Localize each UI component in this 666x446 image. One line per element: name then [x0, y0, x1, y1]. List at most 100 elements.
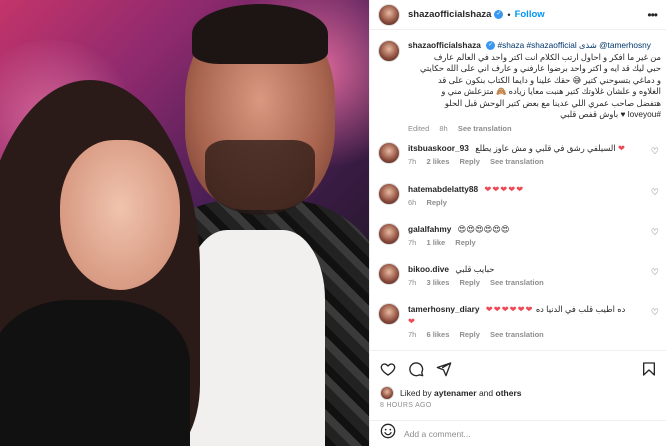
post-photo[interactable] — [0, 0, 369, 446]
separator-dot: • — [507, 9, 511, 20]
post-header: shazaofficialshaza ✓ • Follow ••• — [370, 0, 666, 30]
comment-meta: 7h 6 likes Reply See translation — [408, 330, 661, 339]
caption-line: من غير ما افكر و احاول ارتب الكلام انت ا… — [433, 51, 661, 62]
avatar[interactable] — [378, 223, 400, 245]
heart-icon[interactable]: ♡ — [651, 267, 659, 278]
man-shirt — [185, 230, 325, 446]
man-hair — [192, 4, 328, 64]
add-comment-bar — [370, 420, 666, 446]
comment-likes[interactable]: 3 likes — [426, 278, 449, 287]
woman-face — [60, 140, 180, 290]
post-time-ago: 8 HOURS AGO — [380, 402, 432, 409]
caption-line: الغلاوه و علشان غلاوتك كتير هنبت معايا ز… — [441, 86, 661, 96]
avatar[interactable] — [378, 40, 400, 62]
comment-time: 7h — [408, 278, 417, 287]
caption-body: shazaofficialshaza ✓ #shaza #shazaoffici… — [408, 40, 661, 121]
verified-badge-icon: ✓ — [494, 10, 504, 19]
caption-line: #loveyou ♥ باوش قفص قلبي — [560, 109, 661, 119]
heart-icon[interactable]: ♡ — [651, 307, 659, 318]
see-translation-link[interactable]: See translation — [490, 278, 544, 287]
comment-meta: 7h 2 likes Reply See translation — [408, 157, 661, 166]
comment-text: حبايب قلبي — [455, 264, 495, 274]
see-translation-link[interactable]: See translation — [458, 124, 512, 133]
caption-time: 8h — [439, 123, 448, 133]
comment-icon[interactable] — [408, 361, 424, 377]
heart-icon[interactable]: ♡ — [651, 187, 659, 198]
comment-body: bikoo.dive حبايب قلبي — [408, 263, 661, 275]
comment-username[interactable]: tamerhosny_diary — [408, 304, 479, 314]
see-translation-link[interactable]: See translation — [490, 330, 544, 339]
comment-time: 7h — [408, 238, 417, 247]
comment-likes[interactable]: 2 likes — [426, 157, 449, 166]
comment-body: tamerhosny_diary ❤❤❤❤❤❤ ده اطيب قلب في ا… — [408, 303, 661, 327]
comment-time: 6h — [408, 198, 417, 207]
reply-button[interactable]: Reply — [426, 198, 446, 207]
liked-by: Liked by aytenamer and others — [380, 386, 522, 400]
comment-emoji: 😍😍😍😍😍😍 — [457, 224, 510, 234]
comment-likes[interactable]: 1 like — [426, 238, 445, 247]
caption-tags[interactable]: #shaza #shazaofficial شذى @tamerhosny — [497, 40, 650, 50]
see-translation-link[interactable]: See translation — [490, 157, 544, 166]
comment-likes[interactable]: 6 likes — [426, 330, 449, 339]
avatar[interactable] — [378, 3, 400, 26]
caption-line: هتفضل صاحب عمري اللي عدينا مع بعض كتير ا… — [444, 97, 661, 108]
comment-time: 7h — [408, 330, 417, 339]
avatar[interactable] — [378, 263, 400, 285]
verified-badge-icon: ✓ — [486, 41, 496, 51]
caption-meta: Edited 8h See translation — [408, 124, 661, 133]
comment-emoji: ❤ — [408, 316, 415, 326]
reply-button[interactable]: Reply — [459, 157, 479, 166]
caption-line: حبي ليك قد ايه و اكتر واحد برضوا عارفني … — [420, 63, 661, 73]
heart-icon[interactable]: ♡ — [651, 146, 659, 157]
comment-text: السيلفي رشق في قلبي و مش عاوز يطلع — [475, 143, 616, 153]
avatar[interactable] — [380, 386, 394, 400]
comment-username[interactable]: hatemabdelatty88 — [408, 184, 478, 194]
heart-icon[interactable] — [380, 361, 396, 377]
comment-item: hatemabdelatty88 ❤❤❤❤❤ 6h Reply ♡ — [378, 183, 661, 207]
comment-item: bikoo.dive حبايب قلبي 7h 3 likes Reply S… — [378, 263, 661, 287]
avatar[interactable] — [378, 303, 400, 325]
reply-button[interactable]: Reply — [459, 278, 479, 287]
caption-line: و دماغي بتسوحني كتير 😅 حقك علينا و دايما… — [438, 74, 661, 85]
comment-body: hatemabdelatty88 ❤❤❤❤❤ — [408, 183, 661, 195]
more-horizontal-icon[interactable]: ••• — [647, 8, 658, 22]
avatar[interactable] — [378, 183, 400, 205]
comment-input[interactable] — [404, 428, 634, 439]
comment-emoji: ❤❤❤❤❤ — [484, 184, 525, 194]
liked-by-suffix: and — [478, 388, 494, 398]
comment-item: galalfahmy 😍😍😍😍😍😍 7h 1 like Reply ♡ — [378, 223, 661, 247]
comment-username[interactable]: bikoo.dive — [408, 264, 449, 274]
liked-by-others[interactable]: others — [496, 388, 522, 398]
reply-button[interactable]: Reply — [459, 330, 479, 339]
comment-meta: 6h Reply — [408, 198, 661, 207]
liked-by-prefix: Liked by — [400, 388, 432, 398]
post-side-panel: shazaofficialshaza ✓ • Follow ••• shazao… — [369, 0, 666, 446]
comment-username[interactable]: itsbuaskoor_93 — [408, 143, 469, 153]
comment-emoji: ❤❤❤❤❤❤ — [485, 304, 534, 314]
avatar[interactable] — [378, 142, 400, 164]
comment-meta: 7h 1 like Reply — [408, 238, 661, 247]
man-beard — [205, 140, 315, 215]
edited-label: Edited — [408, 123, 430, 133]
reply-button[interactable]: Reply — [455, 238, 475, 247]
comment-meta: 7h 3 likes Reply See translation — [408, 278, 661, 287]
comment-text: ده اطيب قلب في الدنيا ده — [535, 304, 626, 314]
woman-body — [0, 300, 190, 446]
follow-button[interactable]: Follow — [515, 9, 545, 20]
comment-body: itsbuaskoor_93 السيلفي رشق في قلبي و مش … — [408, 142, 661, 154]
comment-username[interactable]: galalfahmy — [408, 224, 451, 234]
caption: shazaofficialshaza ✓ #shaza #shazaoffici… — [378, 40, 661, 133]
comment-body: galalfahmy 😍😍😍😍😍😍 — [408, 223, 661, 235]
comments-list[interactable]: shazaofficialshaza ✓ #shaza #shazaoffici… — [370, 30, 666, 350]
comment-emoji: ❤ — [617, 143, 625, 153]
liked-by-user[interactable]: aytenamer — [434, 388, 477, 398]
header-username[interactable]: shazaofficialshaza — [408, 9, 491, 20]
heart-icon[interactable]: ♡ — [651, 227, 659, 238]
caption-username[interactable]: shazaofficialshaza — [408, 40, 481, 50]
comment-item: tamerhosny_diary ❤❤❤❤❤❤ ده اطيب قلب في ا… — [378, 303, 661, 339]
bookmark-icon[interactable] — [641, 361, 657, 377]
post-actions: Liked by aytenamer and others 8 HOURS AG… — [370, 350, 666, 420]
smiley-icon[interactable] — [380, 423, 396, 444]
share-icon[interactable] — [436, 361, 452, 377]
comment-time: 7h — [408, 157, 417, 166]
